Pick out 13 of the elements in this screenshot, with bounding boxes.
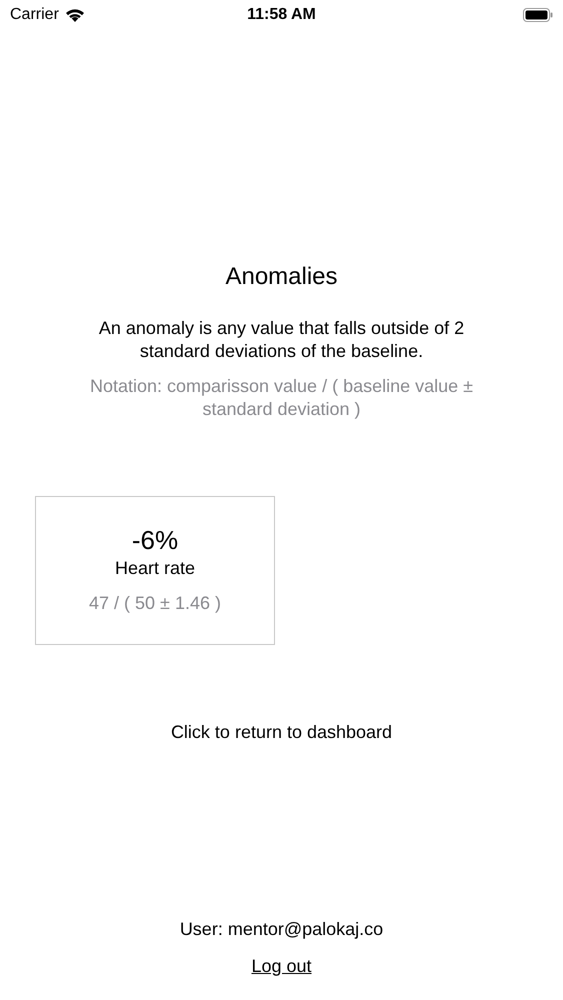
notation-text: Notation: comparisson value / ( baseline value ± standard deviation ) [88,375,474,421]
metric-name: Heart rate [114,558,196,579]
clock-time: 11:58 AM [247,6,316,24]
description-text: An anomaly is any value that falls outside of 2 standard deviations of the baseline. [98,317,466,363]
page-title: Anomalies [225,263,338,291]
change-percent: -6% [132,525,178,556]
logout-link[interactable]: Log out [251,956,312,977]
return-link[interactable]: Click to return to dashboard [170,722,392,743]
metric-values: 47 / ( 50 ± 1.46 ) [89,593,221,614]
user-email: User: mentor@palokaj.co [180,919,384,940]
battery-icon [523,8,553,22]
carrier-label: Carrier [10,6,59,24]
wifi-icon [64,8,85,22]
